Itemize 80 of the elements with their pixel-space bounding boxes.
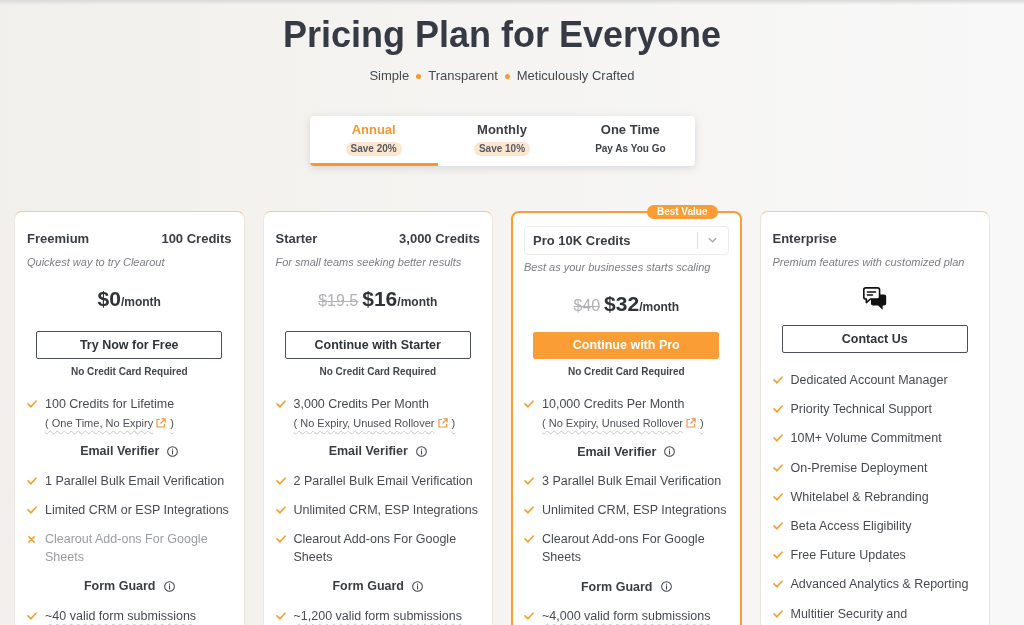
external-link-icon [156,418,167,428]
plan-button[interactable]: Continue with Starter [284,331,471,359]
tagline-text: Meticulously Crafted [516,67,635,85]
feature-text: Clearout Add-ons For Google Sheets [293,531,458,567]
feature-text: Priority Technical Support [790,401,932,419]
feature-text: Clearout Add-ons For Google Sheets [542,531,706,567]
price-amount: $0 [97,286,121,312]
section-heading: Form Guard [332,578,404,596]
discount-badge: Save 20% [345,142,402,156]
feature-text: Multitier Security and [790,605,908,623]
feature-text: 1 Parallel Bulk Email Verification [45,472,225,490]
original-price: $40 [573,295,601,316]
feature-text: ~1,200 valid form submissions [293,607,462,625]
feature-text: 3 Parallel Bulk Email Verification [542,472,722,490]
plan-name: Starter [275,230,318,248]
info-icon [415,445,427,457]
feature-text: Beta Access Eligibility [790,517,912,535]
info-icon [167,445,179,457]
billing-tab[interactable]: One Time Pay As You Go [566,116,695,166]
chat-bubbles-icon [862,287,887,310]
section-heading: Email Verifier [80,443,160,461]
plan-description: Best as your businesses starts scaling [524,259,712,275]
plan-name: Enterprise [772,230,837,248]
feature-text: ~40 valid form submissions [45,607,197,625]
feature-text: Dedicated Account Manager [790,372,948,389]
terms-link[interactable]: ( No Expiry, Unused Rollover ) [293,415,456,431]
feature-text: On-Premise Deployment [790,459,928,477]
feature-text: ~4,000 valid form submissions [542,608,711,625]
billing-tab[interactable]: Annual Save 20% [309,116,438,166]
info-icon [664,446,676,457]
price-period: /month [397,295,438,311]
feature-text: Whitelabel & Rebranding [790,488,929,506]
dot-icon [416,74,422,79]
section-heading: Email Verifier [577,443,657,461]
feature-text: Limited CRM or ESP Integrations [45,501,229,519]
section-heading: Email Verifier [328,443,408,461]
price-period: /month [120,295,161,311]
best-value-badge: Best Value [646,205,718,219]
section-heading: Form Guard [83,578,156,596]
info-icon [412,581,423,592]
price-amount: $32 [604,290,640,317]
terms-link[interactable]: ( One Time, No Expiry ) [45,415,174,431]
info-icon [163,581,175,592]
feature-text: 10M+ Volume Commitment [790,430,942,448]
external-link-icon [437,418,448,428]
plan-name: Freemium [27,230,90,248]
page-title: Pricing Plan for Everyone [282,13,722,57]
feature-text: Unlimited CRM, ESP Integrations [542,502,727,520]
chevron-down-icon [707,237,717,244]
original-price: $19.5 [318,291,359,311]
plan-button[interactable]: Try Now for Free [36,331,223,359]
feature-text: 100 Credits for Lifetime [45,396,175,413]
terms-link[interactable]: ( No Expiry, Unused Rollover ) [542,415,704,432]
plan-credits: 3,000 Credits [399,230,480,248]
price-amount: $16 [362,286,398,312]
no-card-note: No Credit Card Required [318,365,438,379]
feature-text: 3,000 Credits Per Month [293,396,429,413]
no-card-note: No Credit Card Required [69,365,189,379]
plan-select[interactable]: Pro 10K Credits [524,226,729,255]
feature-text: 10,000 Credits Per Month [542,396,685,414]
info-icon [660,581,672,593]
external-link-icon [686,418,696,429]
no-card-note: No Credit Card Required [566,365,686,380]
feature-text: Free Future Updates [790,547,906,565]
section-heading: Form Guard [580,578,653,596]
tagline-text: Transparent [428,67,498,85]
plan-button[interactable]: Contact Us [781,325,968,353]
plan-description: Quickest way to try Clearout [27,255,166,270]
billing-tab[interactable]: Monthly Save 10% [437,116,567,166]
tagline-text: Simple [369,67,410,85]
plan-credits: 100 Credits [161,230,232,248]
dot-icon [504,74,510,79]
plan-description: For small teams seeking better results [275,255,463,270]
discount-badge: Save 10% [473,142,531,156]
price-period: /month [639,299,680,316]
plan-description: Premium features with customized plan [772,255,966,270]
feature-text: Clearout Add-ons For Google Sheets [45,531,209,567]
feature-text: Unlimited CRM, ESP Integrations [293,501,479,519]
feature-text: 2 Parallel Bulk Email Verification [293,472,473,490]
feature-text: Advanced Analytics & Reporting [790,576,969,594]
